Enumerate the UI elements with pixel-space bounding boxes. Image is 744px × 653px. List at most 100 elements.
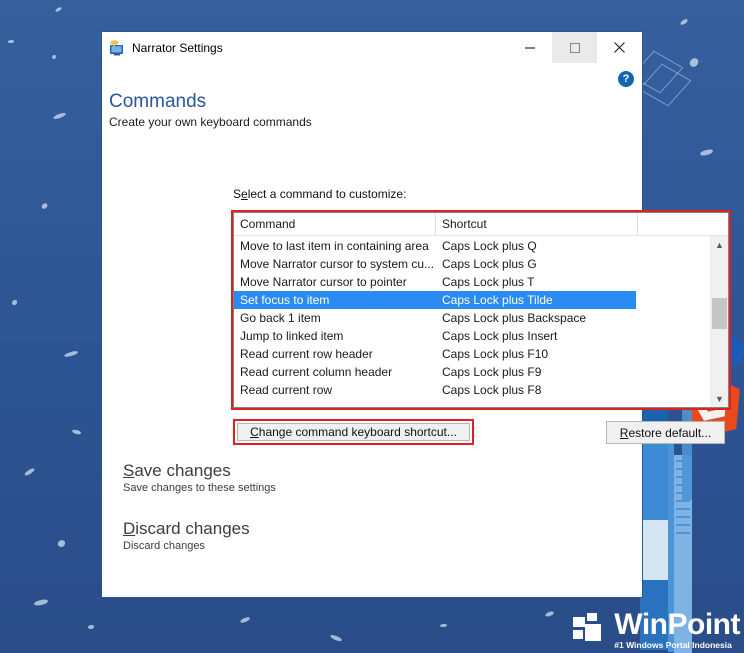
close-button[interactable]: [597, 32, 642, 63]
discard-changes-title: Discard changes: [123, 519, 250, 539]
cell-command: Move Narrator cursor to pointer: [240, 275, 407, 289]
discard-changes-link[interactable]: Discard changes Discard changes: [123, 519, 250, 552]
minimize-button[interactable]: [507, 32, 552, 63]
wallpaper-speck: [71, 428, 82, 436]
commands-list-annotation: Command Shortcut Move to last item in co…: [231, 210, 731, 410]
building-shape: [640, 520, 668, 580]
page-subtitle: Create your own keyboard commands: [109, 115, 312, 129]
scroll-down-arrow-icon[interactable]: ▼: [711, 390, 728, 407]
cell-command: Read current row: [240, 383, 333, 397]
wallpaper-speck: [57, 539, 66, 548]
wallpaper-speck: [329, 633, 343, 643]
link-accel: S: [123, 461, 135, 480]
narrator-settings-window: Narrator Settings ? Commands Create your…: [101, 31, 731, 598]
button-label: hange command keyboard shortcut...: [258, 425, 457, 439]
table-row[interactable]: Read current column header Caps Lock plu…: [234, 363, 710, 381]
cell-command: Jump to linked item: [240, 329, 344, 343]
wallpaper-speck: [54, 6, 63, 13]
cell-shortcut: Caps Lock plus G: [442, 257, 537, 271]
cell-shortcut: Caps Lock plus T: [442, 275, 535, 289]
winpoint-logo-icon: [573, 613, 607, 645]
vertical-scrollbar[interactable]: ▲ ▼: [710, 236, 728, 407]
scroll-up-arrow-icon[interactable]: ▲: [711, 236, 728, 253]
button-accel: C: [250, 425, 259, 439]
table-row[interactable]: Move Narrator cursor to pointer Caps Loc…: [234, 273, 710, 291]
close-icon: [614, 42, 625, 53]
cell-shortcut: Caps Lock plus F8: [442, 383, 542, 397]
table-row[interactable]: Jump to linked item Caps Lock plus Inser…: [234, 327, 710, 345]
building-window: [676, 500, 690, 502]
list-rows: Move to last item in containing area Cap…: [234, 236, 710, 407]
cell-command: Read current row header: [240, 347, 373, 361]
commands-list[interactable]: Command Shortcut Move to last item in co…: [233, 212, 729, 408]
list-header-row: Command Shortcut: [234, 213, 728, 236]
cell-command: Go back 1 item: [240, 311, 321, 325]
column-header-shortcut[interactable]: Shortcut: [436, 213, 638, 235]
wallpaper-speck: [544, 610, 555, 618]
table-row[interactable]: Go back 1 item Caps Lock plus Backspace: [234, 309, 710, 327]
button-accel: R: [619, 425, 629, 440]
column-header-blank[interactable]: [638, 213, 728, 235]
wallpaper-speck: [52, 112, 67, 120]
building-window: [676, 524, 690, 526]
narrator-monitor-icon: [109, 39, 125, 56]
maximize-icon: [569, 42, 580, 53]
cell-shortcut: Caps Lock plus F10: [442, 347, 549, 361]
wallpaper-speck: [23, 467, 36, 477]
label-accel: e: [241, 187, 248, 201]
wallpaper-speck: [440, 624, 447, 627]
table-row[interactable]: Read current row header Caps Lock plus F…: [234, 345, 710, 363]
table-row[interactable]: Move to last item in containing area Cap…: [234, 237, 710, 255]
cell-command: Set focus to item: [240, 293, 330, 307]
wallpaper-speck: [88, 625, 94, 629]
window-controls: [507, 32, 642, 63]
save-changes-title: Save changes: [123, 461, 276, 481]
wallpaper-speck: [12, 300, 17, 305]
table-row-selected[interactable]: Set focus to item Caps Lock plus Tilde: [234, 291, 636, 309]
label-part: lect a command to customize:: [247, 187, 407, 201]
save-changes-subtitle: Save changes to these settings: [123, 482, 276, 494]
watermark: WinPoint #1 Windows Portal Indonesia: [573, 607, 740, 650]
help-button[interactable]: ?: [618, 71, 634, 87]
cell-shortcut: Caps Lock plus Tilde: [442, 293, 553, 307]
building-window: [676, 516, 690, 518]
restore-default-button[interactable]: Restore default...: [606, 421, 725, 444]
link-accel: D: [123, 519, 136, 538]
wallpaper-speck: [8, 40, 14, 43]
building-window: [676, 532, 690, 534]
cell-shortcut: Caps Lock plus F9: [442, 365, 542, 379]
building-shape: [640, 440, 668, 520]
change-shortcut-annotation: Change command keyboard shortcut...: [233, 419, 474, 445]
watermark-subtitle: #1 Windows Portal Indonesia: [614, 639, 732, 650]
discard-changes-subtitle: Discard changes: [123, 540, 205, 552]
link-label: ave changes: [134, 461, 231, 480]
wallpaper-speck: [52, 55, 56, 59]
maximize-button[interactable]: [552, 32, 597, 63]
change-command-keyboard-shortcut-button[interactable]: Change command keyboard shortcut...: [237, 423, 470, 441]
cell-command: Move to last item in containing area: [240, 239, 429, 253]
table-row[interactable]: Move Narrator cursor to system cu... Cap…: [234, 255, 710, 273]
building-window: [676, 508, 690, 510]
title-bar[interactable]: Narrator Settings: [102, 32, 642, 63]
column-header-command[interactable]: Command: [234, 213, 436, 235]
link-label: iscard changes: [135, 519, 250, 538]
watermark-title: WinPoint: [614, 607, 740, 641]
wallpaper-speck: [239, 616, 251, 624]
minimize-icon: [524, 46, 535, 49]
label-part: S: [233, 187, 242, 201]
select-command-label: Select a command to customize:: [233, 187, 406, 201]
wallpaper-speck: [40, 202, 49, 210]
wallpaper-speck: [63, 350, 79, 358]
save-changes-link[interactable]: Save changes Save changes to these setti…: [123, 461, 276, 494]
cell-command: Read current column header: [240, 365, 393, 379]
window-title: Narrator Settings: [132, 40, 223, 55]
cell-command: Move Narrator cursor to system cu...: [240, 257, 435, 271]
wallpaper-speck: [33, 598, 49, 607]
table-row[interactable]: Read current row Caps Lock plus F8: [234, 381, 710, 399]
scrollbar-thumb[interactable]: [712, 298, 727, 329]
cell-shortcut: Caps Lock plus Backspace: [442, 311, 587, 325]
button-label: estore default...: [628, 425, 712, 440]
page-title: Commands: [109, 91, 207, 112]
cell-shortcut: Caps Lock plus Insert: [442, 329, 558, 343]
page-header: Commands Create your own keyboard comman…: [102, 91, 642, 129]
